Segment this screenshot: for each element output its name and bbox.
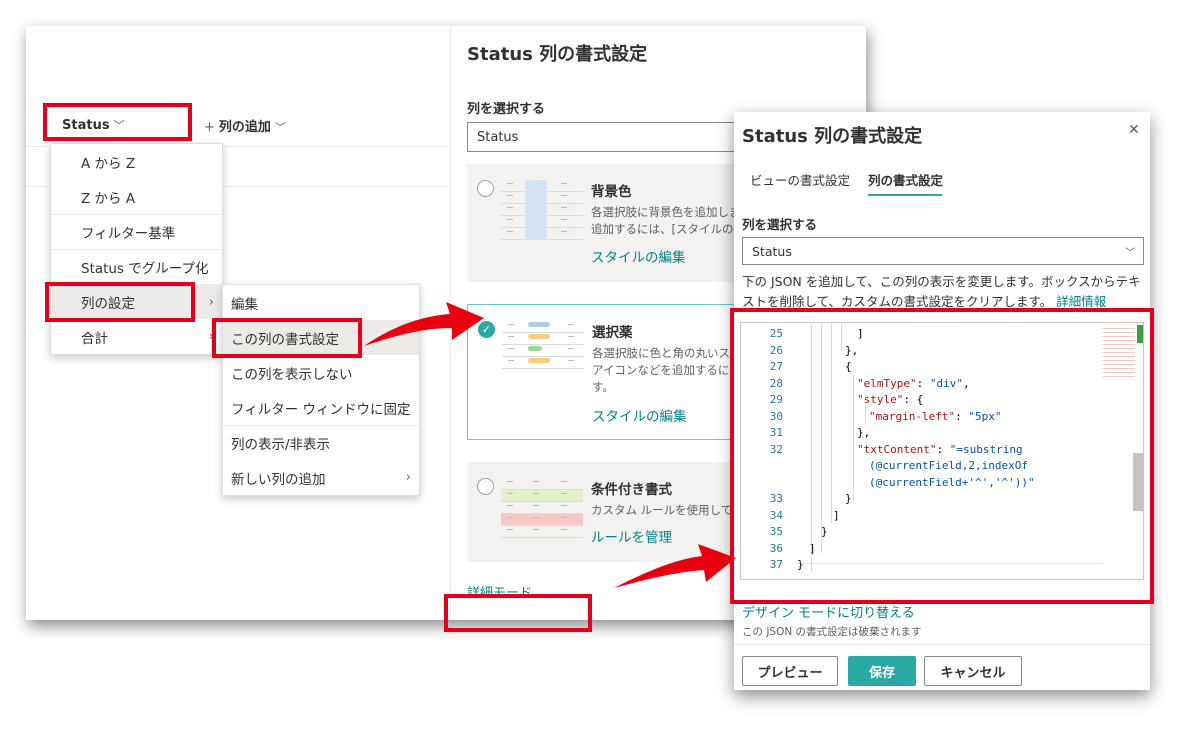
edit-style-link[interactable]: スタイルの編集: [592, 405, 687, 425]
select-column-label: 列を選択する: [742, 217, 818, 232]
menu-item-totals[interactable]: 合計 ›: [51, 319, 222, 354]
highlight-format-column: [212, 318, 362, 358]
menu-item-label: 合計: [81, 330, 108, 347]
highlight-column-settings: [45, 282, 195, 322]
menu-item-label: この列を表示しない: [231, 366, 353, 383]
menu-item-sort-desc[interactable]: Z から A: [51, 179, 222, 214]
menu-item-sort-asc[interactable]: A から Z: [51, 144, 222, 179]
divider: [734, 644, 1150, 645]
highlight-advanced-mode: [444, 594, 592, 632]
add-column-button[interactable]: + 列の追加 ﹀: [204, 116, 286, 135]
column-select-value: Status: [752, 243, 792, 259]
radio-button[interactable]: [477, 180, 494, 197]
learn-more-link[interactable]: 詳細情報: [1056, 294, 1106, 309]
column-select[interactable]: Status ﹀: [742, 237, 1144, 265]
menu-item-label: A から Z: [81, 155, 136, 172]
column-select-value: Status: [477, 129, 519, 145]
column-header-menu: A から Z Z から A フィルター基準 Status でグループ化 列の設定…: [50, 143, 223, 355]
dialog-title: Status 列の書式設定: [742, 126, 923, 147]
card-title: 選択薬: [592, 325, 633, 341]
menu-item-label: 列の表示/非表示: [231, 437, 331, 453]
chevron-right-icon: ›: [208, 294, 214, 310]
menu-item-label: Z から A: [81, 190, 136, 207]
style-card-background[interactable]: 背景色 各選択肢に背景色を追加しま 追加するには、[スタイルの編 スタイルの編集: [467, 164, 767, 282]
pill-preview: [502, 321, 584, 369]
menu-item-label: フィルター ウィンドウに固定: [231, 401, 411, 418]
tab-view-format[interactable]: ビューの書式設定: [750, 170, 850, 189]
highlight-json-editor: [730, 308, 1154, 604]
style-card-pill[interactable]: ✓ 選択薬 各選択肢に色と角の丸いスタ アイコンなどを追加するには す。 スタイ…: [467, 304, 767, 440]
menu-item-add-column[interactable]: 新しい列の追加 ›: [223, 460, 419, 495]
save-button[interactable]: 保存: [848, 656, 916, 686]
close-icon[interactable]: ✕: [1128, 122, 1140, 138]
select-column-label: 列を選択する: [467, 102, 546, 117]
preview-button[interactable]: プレビュー: [742, 656, 838, 686]
column-select[interactable]: Status: [467, 122, 767, 152]
help-text: 下の JSON を追加して、この列の表示を変更します。ボックスからテキ ストを削…: [742, 272, 1146, 312]
help-text-line: 下の JSON を追加して、この列の表示を変更します。ボックスからテキ: [742, 274, 1141, 289]
menu-item-label: 新しい列の追加: [231, 471, 326, 488]
help-text-line: ストを削除して、カスタムの書式設定をクリアします。: [742, 294, 1053, 309]
menu-item-label: フィルター基準: [81, 226, 176, 242]
tab-underline: [868, 194, 942, 196]
conditional-preview: [501, 478, 583, 538]
menu-item-group-by[interactable]: Status でグループ化: [51, 249, 222, 284]
menu-item-label: 編集: [231, 296, 258, 313]
chevron-right-icon: ›: [405, 470, 411, 485]
menu-item-show-hide-columns[interactable]: 列の表示/非表示: [223, 425, 419, 460]
card-title: 条件付き書式: [591, 482, 672, 498]
arrow-icon: [614, 544, 736, 588]
background-preview: [501, 180, 583, 240]
plus-icon: +: [204, 120, 215, 135]
menu-item-filter[interactable]: フィルター基準: [51, 214, 222, 249]
radio-button[interactable]: [477, 478, 494, 495]
menu-item-hide-column[interactable]: この列を表示しない: [223, 355, 419, 390]
tab-column-format[interactable]: 列の書式設定: [868, 170, 943, 189]
menu-item-label: Status でグループ化: [81, 261, 209, 277]
card-title: 背景色: [591, 184, 632, 200]
menu-item-pin-filter[interactable]: フィルター ウィンドウに固定: [223, 390, 419, 425]
edit-style-link[interactable]: スタイルの編集: [591, 246, 686, 266]
discard-note: この JSON の書式設定は破棄されます: [742, 626, 922, 638]
highlight-status-header: [43, 103, 192, 141]
arrow-icon: [364, 302, 484, 346]
chevron-down-icon: ﹀: [1125, 247, 1135, 259]
add-column-label: 列の追加: [218, 120, 271, 135]
panel-title: Status 列の書式設定: [467, 44, 648, 65]
cancel-button[interactable]: キャンセル: [924, 656, 1022, 686]
chevron-down-icon: ﹀: [274, 121, 286, 134]
design-mode-link[interactable]: デザイン モードに切り替える: [742, 602, 915, 621]
